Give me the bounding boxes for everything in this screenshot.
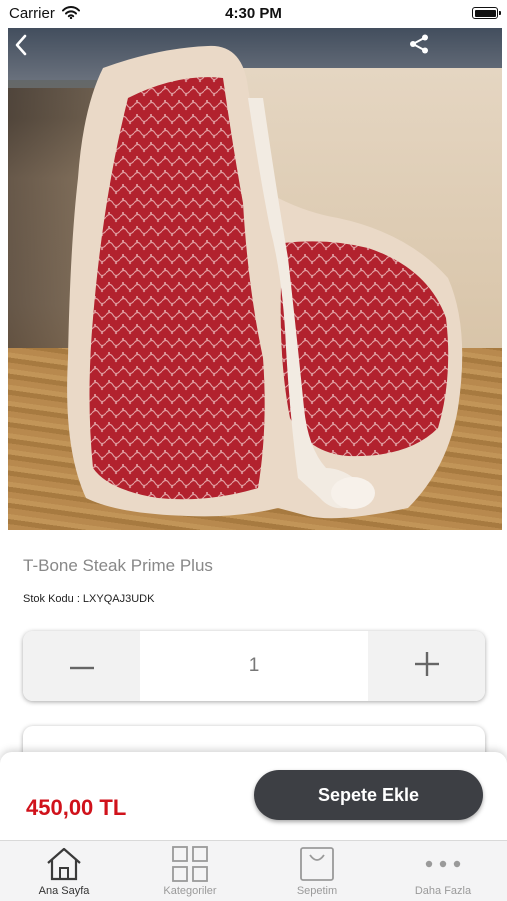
stock-code: Stok Kodu : LXYQAJ3UDK	[23, 593, 155, 605]
battery-icon	[472, 7, 501, 19]
product-title: T-Bone Steak Prime Plus	[23, 556, 213, 575]
tab-more-label: Daha Fazla	[414, 885, 472, 897]
tab-home-label: Ana Sayfa	[38, 885, 90, 897]
tab-categories[interactable]: Kategoriler	[127, 841, 253, 901]
tab-home[interactable]: Ana Sayfa	[1, 841, 127, 901]
minus-icon	[69, 657, 94, 675]
tab-more[interactable]: Daha Fazla	[380, 841, 506, 901]
product-price: 450,00 TL	[26, 795, 127, 820]
clock: 4:30 PM	[225, 5, 282, 22]
status-bar: Carrier 4:30 PM	[0, 0, 507, 26]
product-image	[8, 28, 502, 530]
more-icon	[380, 847, 506, 881]
quantity-value[interactable]: 1	[140, 631, 368, 701]
decrease-quantity-button[interactable]	[23, 631, 140, 701]
plus-icon	[414, 651, 439, 681]
increase-quantity-button[interactable]	[368, 631, 485, 701]
home-icon	[1, 847, 127, 881]
bag-icon	[254, 847, 380, 881]
tab-cart-label: Sepetim	[296, 885, 338, 897]
grid-icon	[127, 846, 253, 882]
add-to-cart-button[interactable]: Sepete Ekle	[254, 770, 483, 820]
share-button[interactable]	[408, 33, 448, 73]
tab-bar: Ana Sayfa Kategoriler Sepetim Daha Fazla	[0, 840, 507, 901]
tab-categories-label: Kategoriler	[163, 885, 217, 897]
quantity-stepper: 1	[23, 631, 485, 701]
tab-cart[interactable]: Sepetim	[254, 841, 380, 901]
back-button[interactable]	[14, 34, 54, 74]
